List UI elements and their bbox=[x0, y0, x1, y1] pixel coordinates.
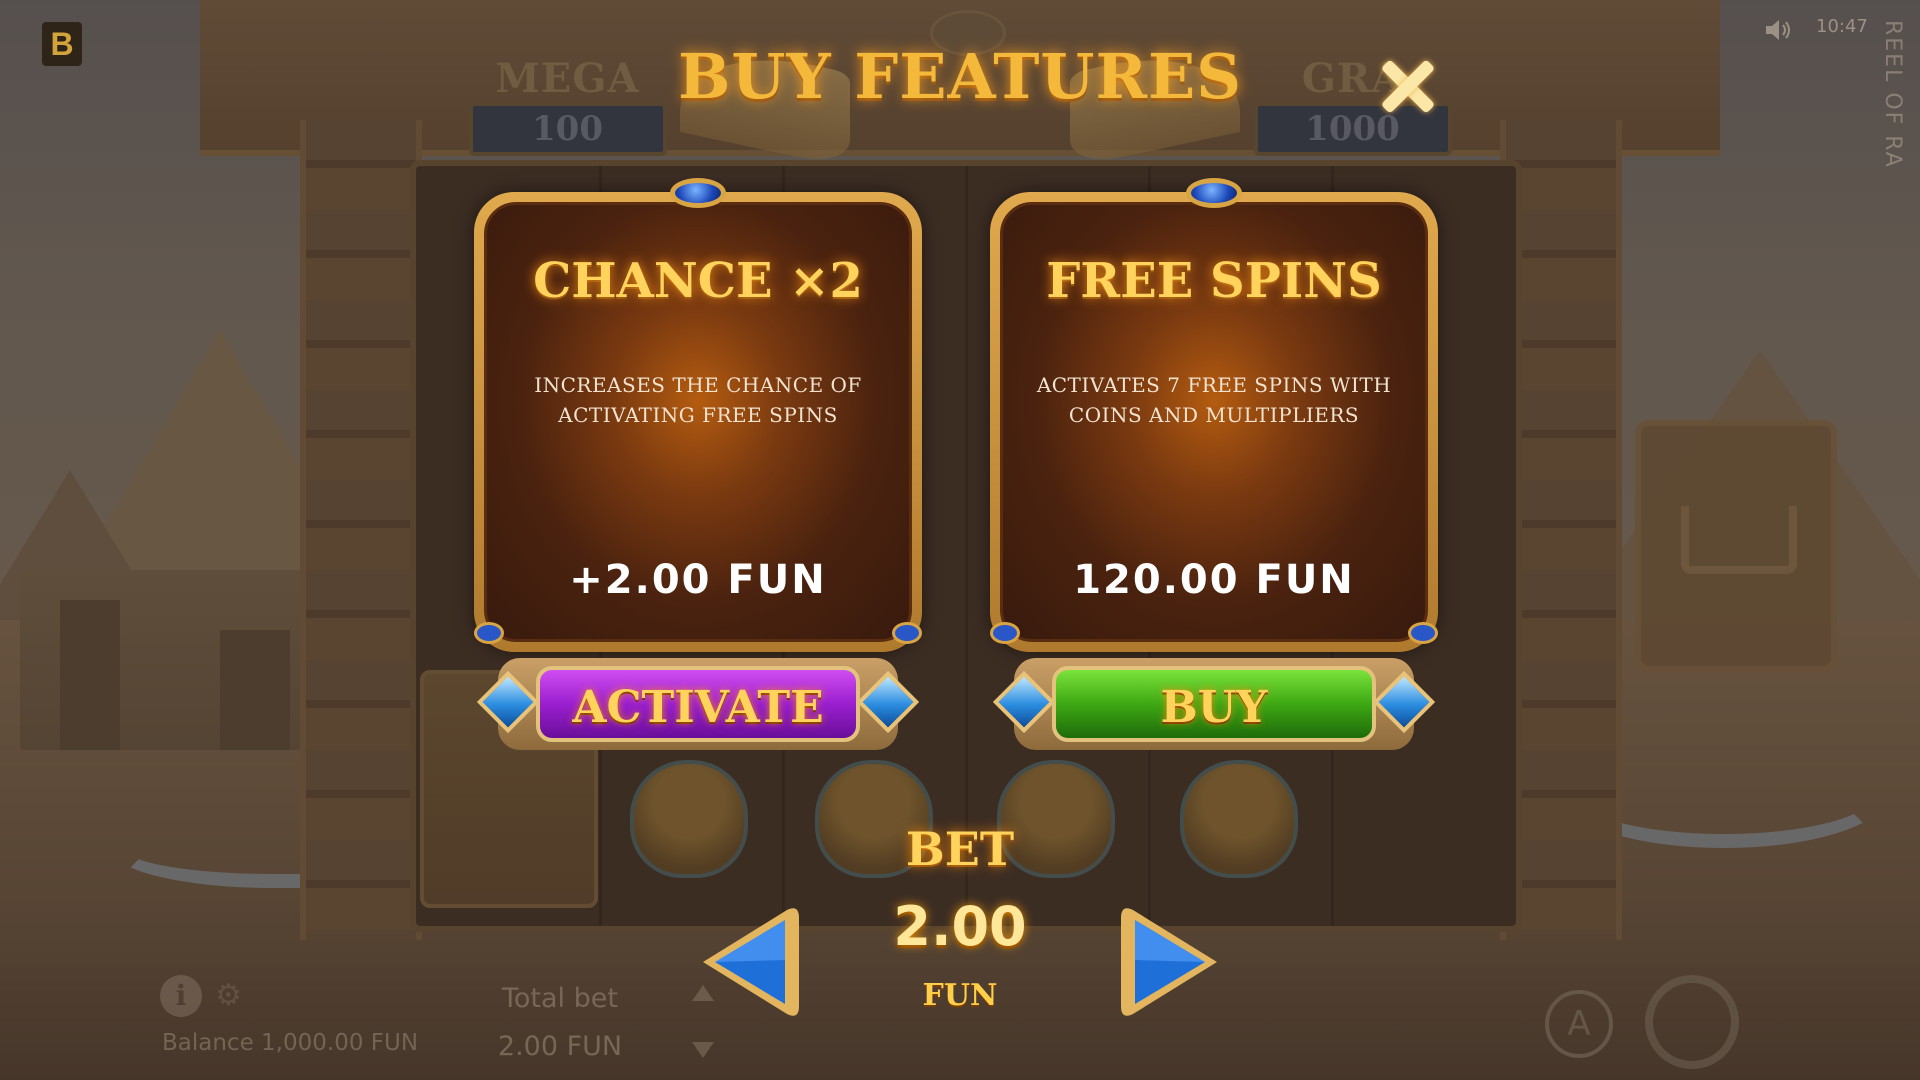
gear-icon[interactable]: ⚙ bbox=[215, 980, 247, 1012]
bet-value: 2.00 bbox=[893, 895, 1027, 958]
activate-button-holder: ACTIVATE bbox=[476, 652, 920, 756]
card-frame: FREE SPINS ACTIVATES 7 FREE SPINS WITH C… bbox=[990, 192, 1438, 652]
balance-text: Balance 1,000.00 FUN bbox=[162, 1030, 419, 1056]
modal-title: BUY FEATURES bbox=[677, 40, 1243, 113]
brand-logo: B bbox=[42, 22, 82, 66]
feature-description-line: COINS AND MULTIPLIERS bbox=[1068, 403, 1360, 427]
buy-button[interactable]: BUY bbox=[1052, 666, 1376, 742]
bet-unit: FUN bbox=[922, 978, 998, 1013]
feature-description-line: ACTIVATES 7 FREE SPINS WITH bbox=[1036, 373, 1392, 397]
total-bet-label: Total bet bbox=[502, 983, 618, 1014]
card-panel: CHANCE ×2 INCREASES THE CHANCE OF ACTIVA… bbox=[484, 202, 912, 642]
spin-icon[interactable] bbox=[1645, 975, 1739, 1069]
activate-button[interactable]: ACTIVATE bbox=[536, 666, 860, 742]
arrow-left-icon[interactable] bbox=[695, 902, 805, 1022]
info-icon[interactable]: i bbox=[160, 975, 202, 1017]
blue-gem-icon bbox=[892, 622, 922, 644]
feature-card-chance: CHANCE ×2 INCREASES THE CHANCE OF ACTIVA… bbox=[474, 178, 922, 652]
feature-card-free-spins: FREE SPINS ACTIVATES 7 FREE SPINS WITH C… bbox=[990, 178, 1438, 652]
feature-price: +2.00 FUN bbox=[569, 557, 827, 603]
clock: 10:47 bbox=[1816, 16, 1868, 37]
game-title: REEL OF RA bbox=[1880, 20, 1905, 169]
blue-gem-icon bbox=[990, 622, 1020, 644]
bet-label: BET bbox=[905, 822, 1015, 876]
blue-gem-icon bbox=[1186, 178, 1242, 208]
feature-title: CHANCE ×2 bbox=[533, 253, 863, 309]
card-panel: FREE SPINS ACTIVATES 7 FREE SPINS WITH C… bbox=[1000, 202, 1428, 642]
total-bet-value: 2.00 FUN bbox=[497, 1031, 623, 1062]
feature-title: FREE SPINS bbox=[1046, 253, 1382, 309]
arrow-right-icon[interactable] bbox=[1115, 902, 1225, 1022]
buy-button-holder: BUY bbox=[992, 652, 1436, 756]
bet-decrease-small-icon[interactable] bbox=[692, 1042, 714, 1058]
feature-price: 120.00 FUN bbox=[1073, 557, 1355, 603]
total-bet: Total bet 2.00 FUN bbox=[490, 975, 630, 1071]
card-frame: CHANCE ×2 INCREASES THE CHANCE OF ACTIVA… bbox=[474, 192, 922, 652]
speaker-icon[interactable] bbox=[1764, 18, 1794, 42]
close-icon[interactable] bbox=[1372, 50, 1444, 122]
feature-description-line: ACTIVATING FREE SPINS bbox=[558, 403, 838, 427]
autoplay-icon[interactable]: A bbox=[1545, 990, 1613, 1058]
feature-description-line: INCREASES THE CHANCE OF bbox=[534, 373, 862, 397]
feature-description: INCREASES THE CHANCE OF ACTIVATING FREE … bbox=[517, 370, 879, 430]
blue-gem-icon bbox=[670, 178, 726, 208]
feature-description: ACTIVATES 7 FREE SPINS WITH COINS AND MU… bbox=[1033, 370, 1395, 430]
blue-gem-icon bbox=[1408, 622, 1438, 644]
blue-gem-icon bbox=[474, 622, 504, 644]
